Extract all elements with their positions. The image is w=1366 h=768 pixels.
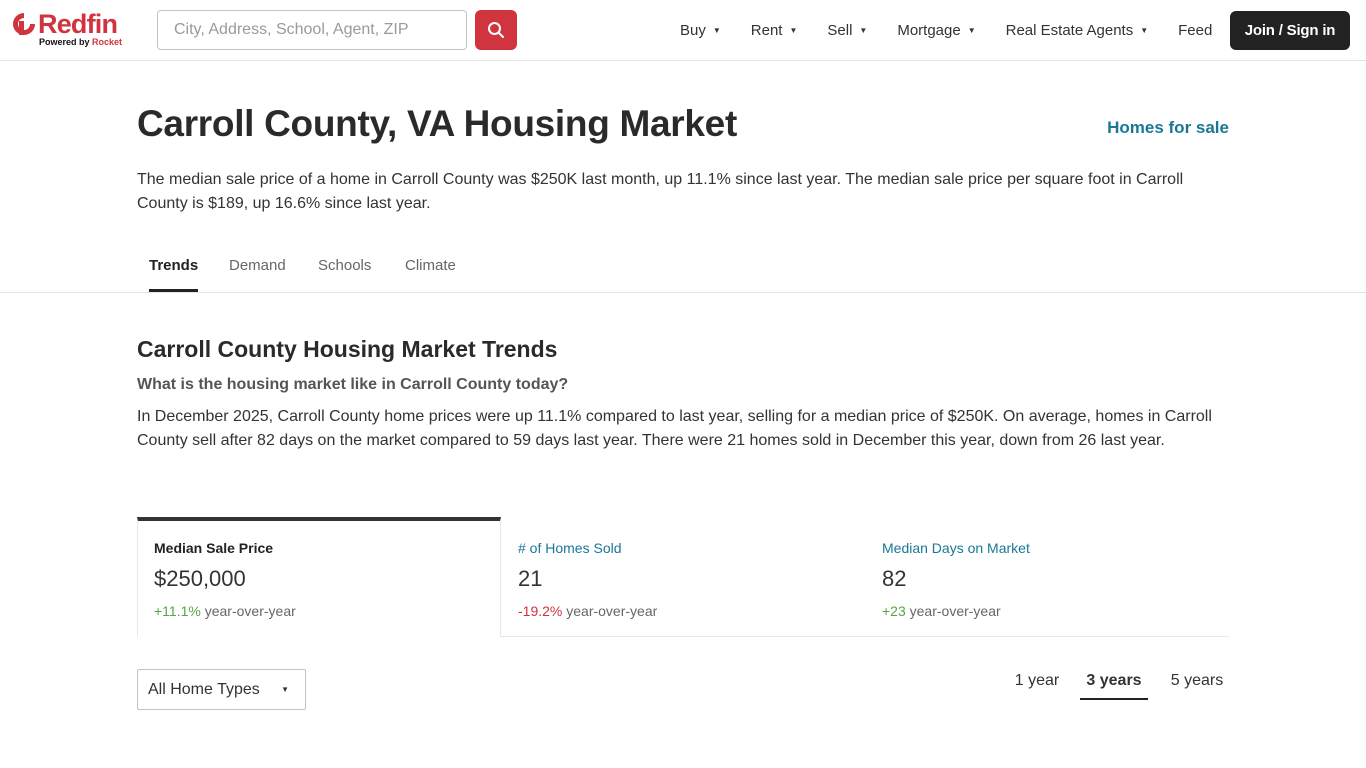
redfin-r-icon <box>13 13 35 35</box>
nav-rent-label: Rent <box>750 22 783 39</box>
stat-value: $250,000 <box>154 566 246 591</box>
trends-question: What is the housing market like in Carro… <box>137 376 569 393</box>
stat-homes-sold[interactable]: # of Homes Sold 21 -19.2% year-over-year <box>502 517 866 637</box>
tab-schools[interactable]: Schools <box>318 245 371 292</box>
caret-down-icon: ▼ <box>789 26 798 35</box>
search-button[interactable] <box>475 10 517 50</box>
tab-demand[interactable]: Demand <box>229 245 286 292</box>
home-type-select[interactable]: All Home Types ▼ <box>137 669 306 710</box>
stat-change-suffix: year-over-year <box>566 603 658 619</box>
nav-mortgage-label: Mortgage <box>897 22 961 39</box>
stat-cards: Median Sale Price $250,000 +11.1% year-o… <box>137 517 1229 637</box>
stat-median-days-on-market[interactable]: Median Days on Market 82 +23 year-over-y… <box>866 517 1229 637</box>
caret-down-icon: ▼ <box>859 26 868 35</box>
stat-change: +11.1% year-over-year <box>154 603 484 619</box>
intro-summary: The median sale price of a home in Carro… <box>137 171 1184 212</box>
search-icon <box>488 22 504 38</box>
range-3-years[interactable]: 3 years <box>1080 668 1148 700</box>
caret-down-icon: ▼ <box>281 685 289 694</box>
stat-change: +23 year-over-year <box>882 603 1213 619</box>
stat-change-suffix: year-over-year <box>204 603 296 619</box>
stat-change-value: +23 <box>882 603 906 619</box>
caret-down-icon: ▼ <box>1140 26 1149 35</box>
main-nav: Buy ▼ Rent ▼ Sell ▼ Mortgage ▼ Real Esta… <box>680 0 1212 61</box>
stat-change-value: +11.1% <box>154 603 201 619</box>
nav-agents-label: Real Estate Agents <box>1005 22 1134 39</box>
logo-powered-text: Powered by <box>39 37 90 47</box>
stat-change-suffix: year-over-year <box>909 603 1001 619</box>
trends-summary: In December 2025, Carroll County home pr… <box>137 408 1212 449</box>
nav-buy-label: Buy <box>680 22 706 39</box>
nav-sell[interactable]: Sell ▼ <box>827 22 867 39</box>
redfin-logo[interactable]: Redfin Powered by Rocket <box>11 10 133 50</box>
nav-sell-label: Sell <box>827 22 853 39</box>
caret-down-icon: ▼ <box>967 26 976 35</box>
logo-tagline: Powered by Rocket <box>39 37 122 47</box>
section-tabs: Trends Demand Schools Climate <box>0 245 1366 293</box>
nav-mortgage[interactable]: Mortgage ▼ <box>897 22 975 39</box>
caret-down-icon: ▼ <box>712 26 721 35</box>
join-sign-in-button[interactable]: Join / Sign in <box>1230 11 1350 50</box>
search-input[interactable] <box>157 10 467 50</box>
stat-value: 21 <box>518 566 543 591</box>
nav-buy[interactable]: Buy ▼ <box>680 22 721 39</box>
stat-label: Median Sale Price <box>154 540 274 556</box>
page-title: Carroll County, VA Housing Market <box>137 103 737 144</box>
nav-rent[interactable]: Rent ▼ <box>751 22 798 39</box>
nav-agents[interactable]: Real Estate Agents ▼ <box>1006 22 1149 39</box>
logo-wordmark: Redfin <box>38 9 118 39</box>
nav-feed[interactable]: Feed <box>1178 22 1212 39</box>
stat-change: -19.2% year-over-year <box>518 603 850 619</box>
stat-median-sale-price[interactable]: Median Sale Price $250,000 +11.1% year-o… <box>137 517 501 637</box>
tab-climate[interactable]: Climate <box>405 245 456 292</box>
stat-label: Median Days on Market <box>882 540 1030 556</box>
stat-change-value: -19.2% <box>518 603 563 619</box>
site-header: Redfin Powered by Rocket Buy ▼ Rent ▼ Se… <box>0 0 1366 61</box>
stat-label: # of Homes Sold <box>518 540 622 556</box>
logo-partner-text: Rocket <box>92 37 123 47</box>
nav-feed-label: Feed <box>1178 22 1213 39</box>
range-1-year[interactable]: 1 year <box>1014 668 1060 700</box>
homes-for-sale-link[interactable]: Homes for sale <box>1107 118 1229 138</box>
trends-heading: Carroll County Housing Market Trends <box>137 336 558 362</box>
home-type-value: All Home Types <box>148 680 260 698</box>
tab-trends[interactable]: Trends <box>149 245 199 292</box>
range-5-years[interactable]: 5 years <box>1168 668 1226 700</box>
stat-value: 82 <box>882 566 907 591</box>
